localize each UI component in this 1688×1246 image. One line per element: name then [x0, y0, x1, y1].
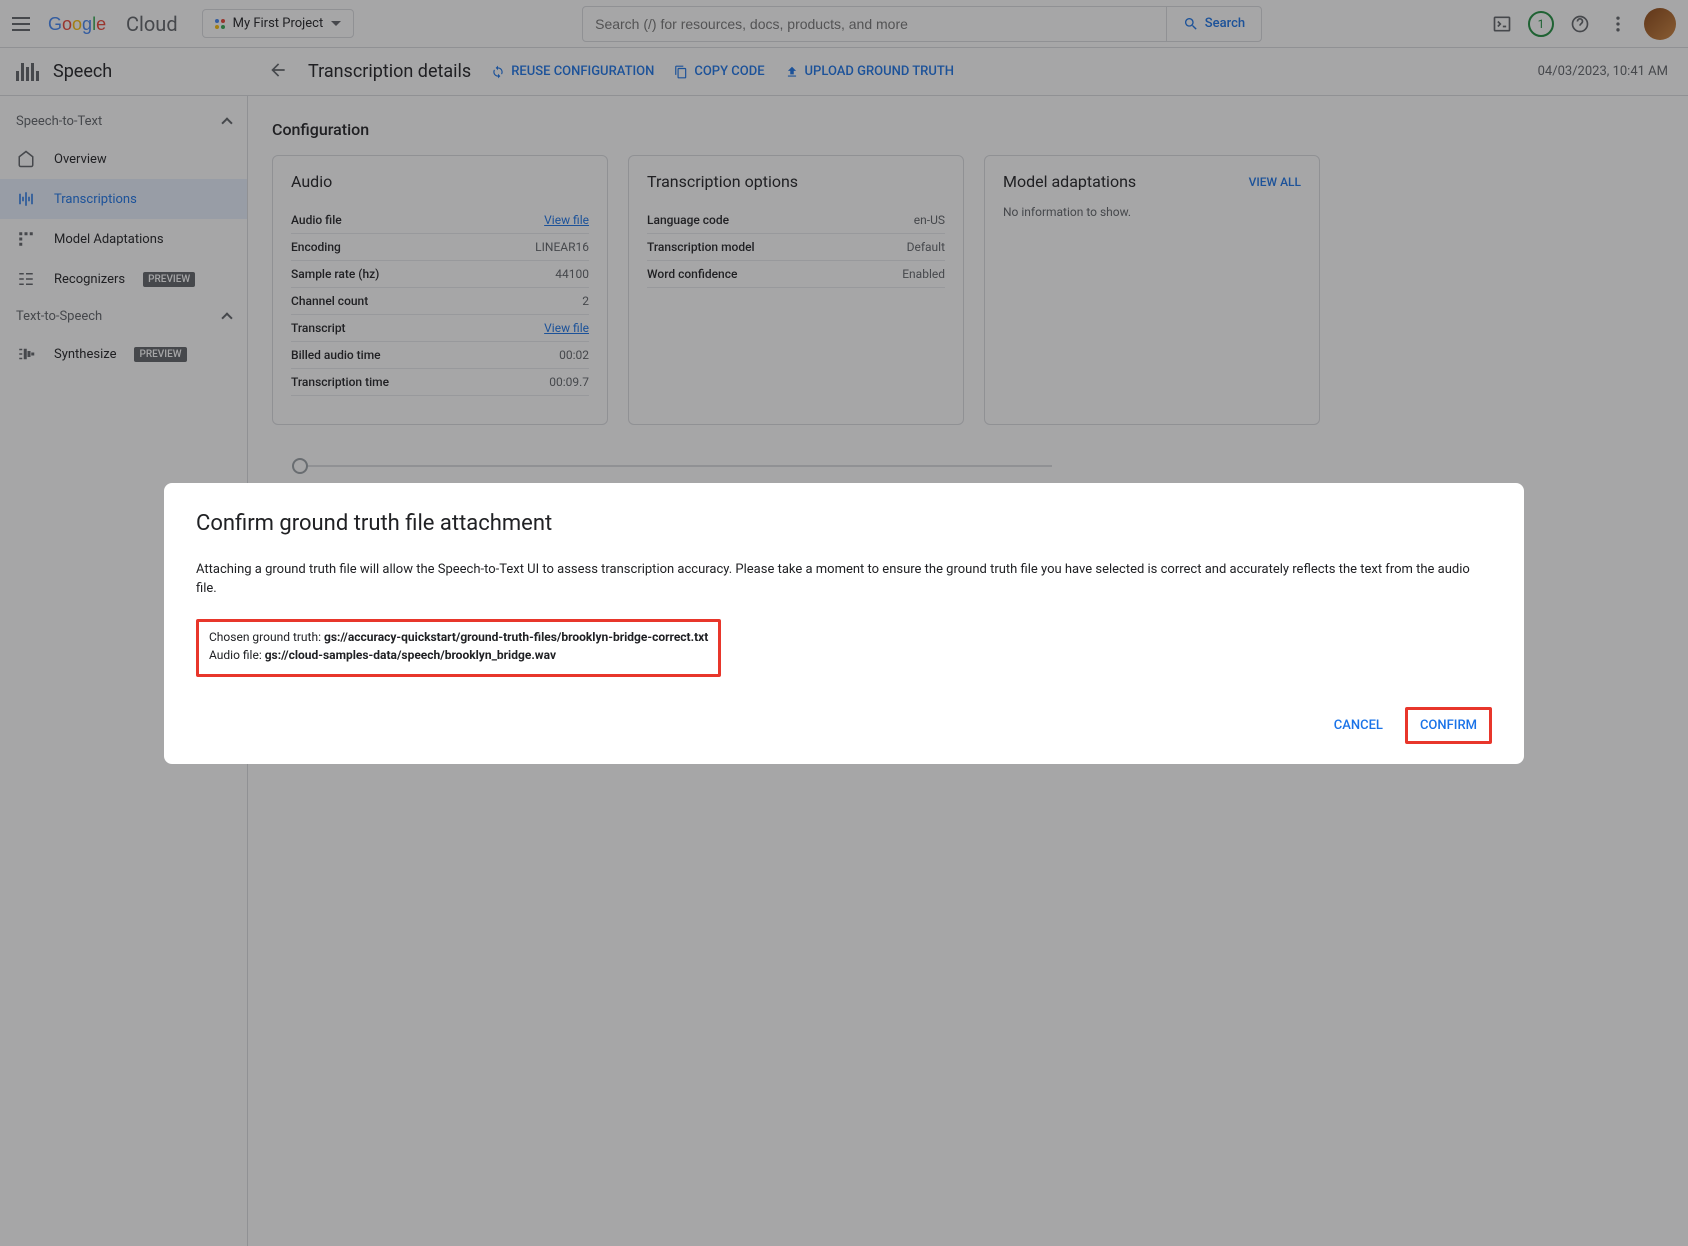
- confirm-button[interactable]: CONFIRM: [1405, 707, 1492, 744]
- file-paths-highlight: Chosen ground truth: gs://accuracy-quick…: [196, 619, 721, 677]
- dialog-body: Attaching a ground truth file will allow…: [196, 560, 1492, 599]
- modal-overlay: Confirm ground truth file attachment Att…: [0, 0, 1688, 1246]
- cancel-button[interactable]: CANCEL: [1320, 710, 1397, 741]
- audio-file-path: gs://cloud-samples-data/speech/brooklyn_…: [265, 648, 556, 662]
- dialog-title: Confirm ground truth file attachment: [196, 511, 1492, 536]
- confirm-dialog: Confirm ground truth file attachment Att…: [164, 483, 1524, 764]
- ground-truth-path: gs://accuracy-quickstart/ground-truth-fi…: [324, 630, 708, 644]
